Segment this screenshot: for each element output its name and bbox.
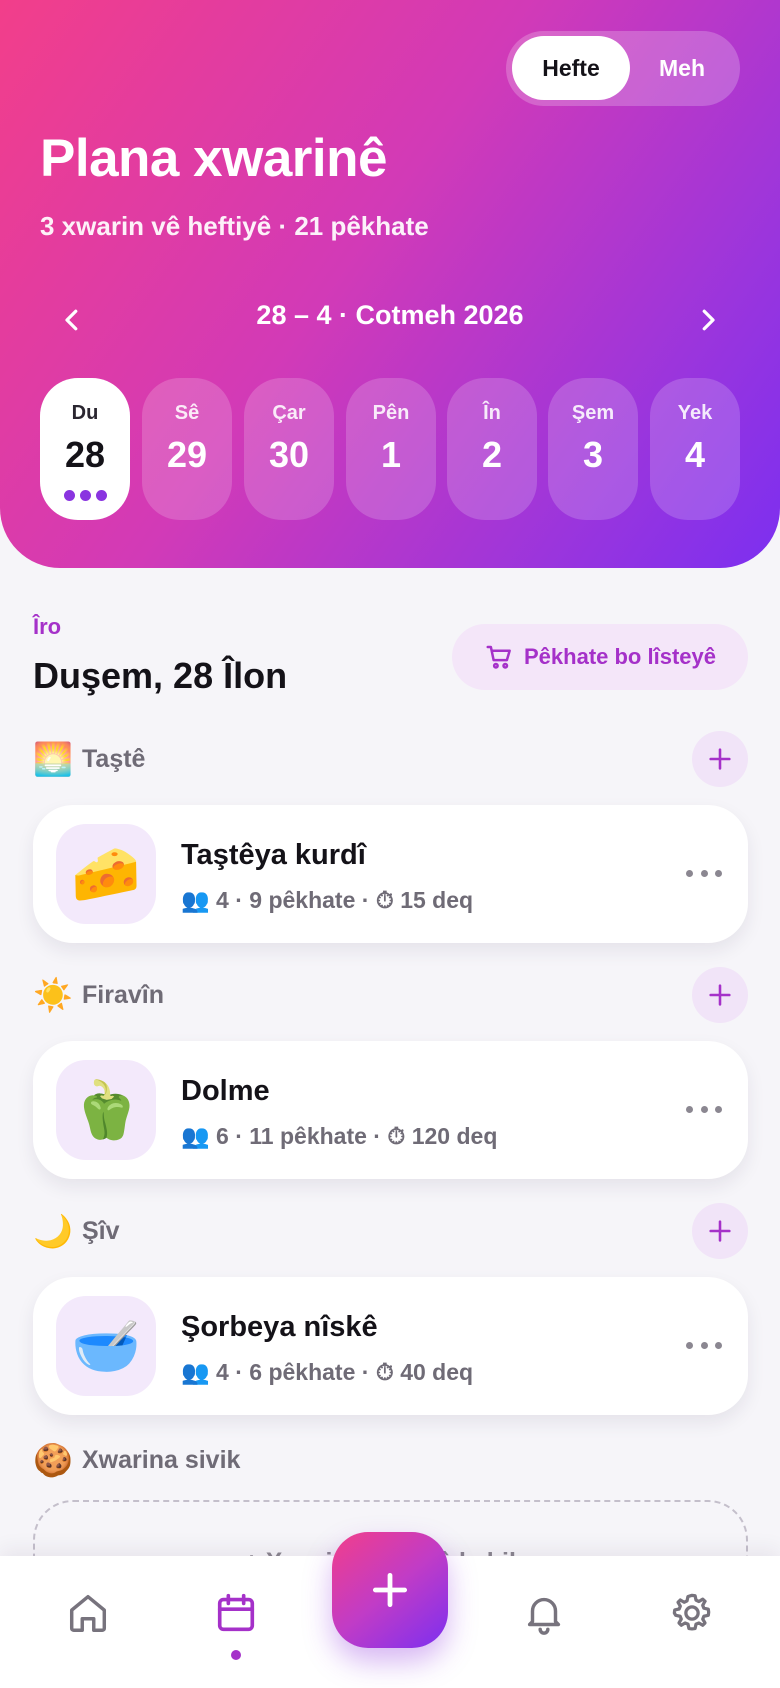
week-view-button[interactable]: Hefte	[512, 36, 630, 100]
meal-section-snacks: 🍪 Xwarina sivik	[33, 1432, 748, 1488]
tab-calendar[interactable]	[211, 1586, 261, 1640]
day-chip-thu[interactable]: Pên 1	[346, 378, 436, 520]
day-number: 2	[481, 434, 503, 475]
bowl-icon: 🥣	[56, 1296, 156, 1396]
day-chip-wed[interactable]: Çar 30	[244, 378, 334, 520]
plus-icon	[372, 1572, 408, 1608]
selected-date-heading: Duşem, 28 Îlon	[33, 655, 288, 696]
servings-count: 4	[216, 887, 229, 913]
day-number: 3	[582, 434, 604, 475]
add-lunch-button[interactable]	[692, 967, 748, 1023]
meal-meta: 👥 4 · 6 pêkhate · ⏱ 40 deq	[181, 1359, 474, 1385]
section-label: Firavîn	[82, 981, 164, 1009]
chevron-left-icon	[65, 309, 78, 331]
section-label: Şîv	[82, 1217, 120, 1245]
timer-icon: ⏱	[375, 1359, 394, 1385]
home-icon	[69, 1594, 107, 1632]
tab-settings[interactable]	[667, 1586, 717, 1640]
bell-icon	[527, 1597, 561, 1635]
more-options-icon[interactable]	[686, 1099, 722, 1119]
cook-time: 120 deq	[411, 1123, 498, 1149]
settings-icon	[672, 1593, 711, 1631]
section-label: Xwarina sivik	[82, 1446, 241, 1474]
cookie-icon: 🍪	[33, 1442, 73, 1478]
day-chip-fri[interactable]: În 2	[447, 378, 537, 520]
meal-card-breakfast[interactable]: 🧀 Taştêya kurdî 👥 4 · 9 pêkhate · ⏱ 15 d…	[33, 805, 748, 943]
meal-section-breakfast: 🌅 Taştê	[33, 731, 748, 787]
shop-button-label: Pêkhate bo lîsteyê	[524, 644, 716, 669]
page-title: Plana xwarinê	[40, 129, 388, 188]
day-name: Du	[71, 402, 99, 424]
day-name: În	[483, 402, 501, 424]
day-name: Sê	[174, 402, 200, 424]
meal-dots-indicator	[40, 490, 130, 501]
day-number: 4	[684, 434, 706, 475]
sunrise-icon: 🌅	[33, 741, 73, 777]
plus-icon	[709, 1220, 731, 1242]
active-tab-indicator	[231, 1650, 241, 1660]
plus-icon	[709, 984, 731, 1006]
meal-section-dinner: 🌙 Şîv	[33, 1203, 748, 1259]
cook-time: 40 deq	[400, 1359, 474, 1385]
plus-icon	[709, 748, 731, 770]
day-name: Şem	[571, 402, 615, 424]
servings-count: 6	[216, 1123, 229, 1149]
day-number: 1	[380, 434, 402, 475]
meal-name: Şorbeya nîskê	[181, 1311, 378, 1343]
more-options-icon[interactable]	[686, 1335, 722, 1355]
cook-time: 15 deq	[400, 887, 474, 913]
month-view-button[interactable]: Meh	[630, 36, 734, 100]
day-chip-tue[interactable]: Sê 29	[142, 378, 232, 520]
servings-count: 4	[216, 1359, 229, 1385]
day-number: 30	[268, 434, 310, 475]
ingredients-count: 11 pêkhate	[249, 1123, 367, 1149]
calendar-icon	[217, 1593, 255, 1632]
meal-name: Dolme	[181, 1075, 270, 1107]
more-options-icon[interactable]	[686, 863, 722, 883]
page-subtitle: 3 xwarin vê heftiyê · 21 pêkhate	[40, 211, 429, 241]
day-name: Pên	[372, 402, 410, 424]
people-icon: 👥	[181, 1123, 210, 1149]
chevron-right-icon	[702, 309, 715, 331]
ingredients-count: 9 pêkhate	[249, 887, 356, 913]
add-breakfast-button[interactable]	[692, 731, 748, 787]
add-to-shopping-list-button[interactable]: Pêkhate bo lîsteyê	[452, 624, 748, 690]
day-chip-mon[interactable]: Du 28	[40, 378, 130, 520]
meal-card-lunch[interactable]: 🫑 Dolme 👥 6 · 11 pêkhate · ⏱ 120 deq	[33, 1041, 748, 1179]
day-name: Yek	[677, 402, 713, 424]
people-icon: 👥	[181, 887, 210, 913]
week-range-label: 28 – 4 · Cotmeh 2026	[256, 300, 524, 330]
meal-section-lunch: ☀️ Firavîn	[33, 967, 748, 1023]
cheese-icon: 🧀	[56, 824, 156, 924]
day-chip-sun[interactable]: Yek 4	[650, 378, 740, 520]
moon-icon: 🌙	[33, 1213, 73, 1249]
add-dinner-button[interactable]	[692, 1203, 748, 1259]
week-day-strip: Du 28 Sê 29 Çar 30 Pên 1 În 2 Şem 3 Yek …	[40, 378, 740, 520]
sun-icon: ☀️	[33, 977, 73, 1013]
ingredients-count: 6 pêkhate	[249, 1359, 356, 1385]
people-icon: 👥	[181, 1359, 210, 1385]
day-number: 28	[64, 434, 106, 475]
meal-card-dinner[interactable]: 🥣 Şorbeya nîskê 👥 4 · 6 pêkhate · ⏱ 40 d…	[33, 1277, 748, 1415]
cart-icon	[486, 645, 511, 669]
meal-meta: 👥 4 · 9 pêkhate · ⏱ 15 deq	[181, 887, 474, 913]
day-number: 29	[166, 434, 208, 475]
meal-meta: 👥 6 · 11 pêkhate · ⏱ 120 deq	[181, 1123, 498, 1149]
tab-notifications[interactable]	[519, 1586, 569, 1640]
next-week-button[interactable]	[686, 298, 730, 342]
day-chip-sat[interactable]: Şem 3	[548, 378, 638, 520]
prev-week-button[interactable]	[50, 298, 94, 342]
timer-icon: ⏱	[375, 887, 394, 913]
meal-name: Taştêya kurdî	[181, 839, 366, 871]
timer-icon: ⏱	[387, 1123, 406, 1149]
view-toggle: Hefte Meh	[506, 31, 740, 106]
section-label: Taştê	[82, 745, 146, 773]
header: Hefte Meh Plana xwarinê 3 xwarin vê heft…	[0, 0, 780, 568]
today-tag: Îro	[33, 614, 62, 639]
add-meal-fab[interactable]	[332, 1532, 448, 1648]
day-name: Çar	[272, 402, 306, 424]
pepper-icon: 🫑	[56, 1060, 156, 1160]
tab-home[interactable]	[63, 1586, 113, 1640]
